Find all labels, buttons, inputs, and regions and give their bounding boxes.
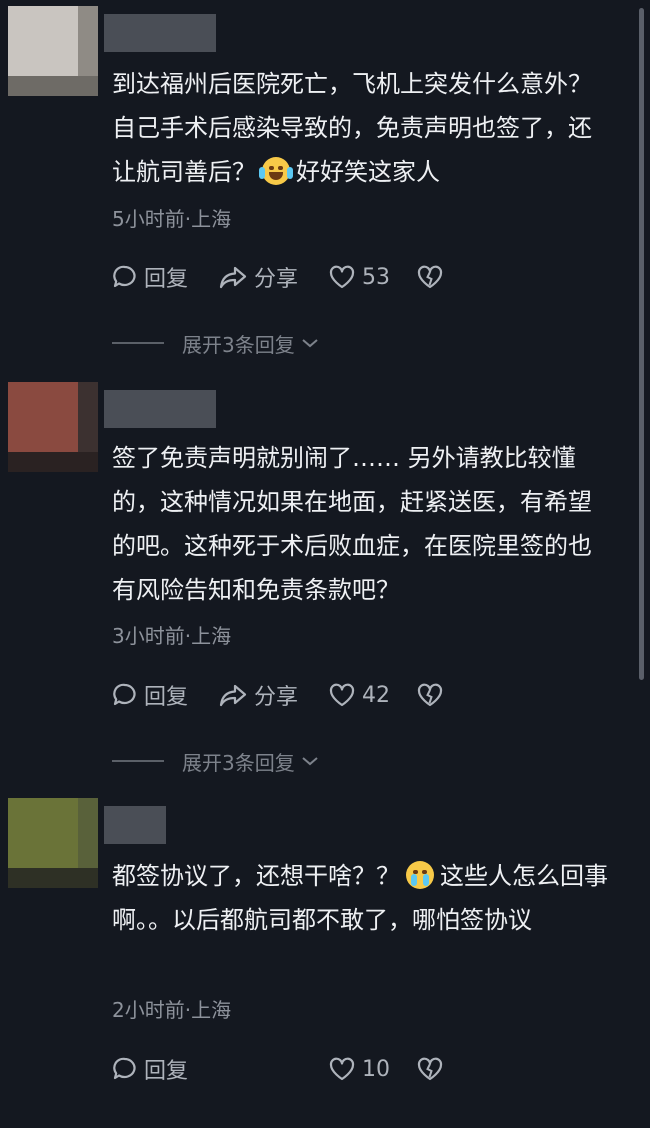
comment-meta: 5小时前·上海: [112, 207, 232, 231]
username-blurred[interactable]: [104, 806, 166, 844]
like-button[interactable]: 10: [328, 1052, 390, 1086]
reply-icon: [113, 265, 136, 288]
share-icon: [219, 684, 247, 707]
reply-label: 回复: [144, 1059, 189, 1084]
broken-heart-icon: [417, 1057, 443, 1081]
share-icon: [219, 266, 247, 289]
comment-text: 签了免责声明就别闹了…… 另外请教比较懂的，这种情况如果在地面，赶紧送医，有希望…: [112, 444, 592, 604]
comment-meta: 3小时前·上海: [112, 624, 232, 648]
expand-replies-button[interactable]: 展开3条回复: [112, 746, 321, 776]
expand-replies-button[interactable]: 展开3条回复: [112, 328, 321, 358]
heart-icon: [329, 683, 355, 707]
reply-label: 回复: [144, 685, 189, 710]
chevron-down-icon: [302, 757, 318, 766]
avatar[interactable]: [8, 6, 98, 96]
avatar[interactable]: [8, 382, 98, 472]
reply-button[interactable]: 回复: [112, 260, 188, 294]
reply-button[interactable]: 回复: [112, 1052, 188, 1086]
comment-text: 都签协议了，还想干啥？？ 这些人怎么回事啊。。以后都航司都不敢了，哪怕签协议: [112, 854, 612, 942]
username-blurred[interactable]: [104, 14, 216, 52]
reply-button[interactable]: 回复: [112, 678, 188, 712]
like-button[interactable]: 42: [328, 678, 390, 712]
comment-text-part: 好好笑这家人: [296, 158, 440, 186]
reply-icon: [113, 683, 136, 706]
crying-emoji-icon: [406, 861, 434, 889]
divider-line: [112, 760, 164, 762]
like-count: 53: [362, 264, 390, 290]
comment-actions: 回复 分享 42: [112, 678, 512, 712]
comment-text-part: 都签协议了，还想干啥？？: [112, 862, 400, 890]
reply-icon: [113, 1057, 136, 1080]
expand-replies-label: 展开3条回复: [182, 332, 295, 357]
divider-line: [112, 342, 164, 344]
broken-heart-icon: [417, 265, 443, 289]
share-button[interactable]: 分享: [218, 678, 298, 712]
dislike-button[interactable]: [416, 260, 450, 294]
heart-icon: [329, 265, 355, 289]
chevron-down-icon: [302, 339, 318, 348]
share-label: 分享: [254, 685, 299, 710]
dislike-button[interactable]: [416, 1052, 450, 1086]
avatar[interactable]: [8, 798, 98, 888]
like-count: 10: [362, 1056, 390, 1082]
heart-icon: [329, 1057, 355, 1081]
like-count: 42: [362, 682, 390, 708]
share-label: 分享: [254, 267, 299, 292]
comment-text: 到达福州后医院死亡，飞机上突发什么意外？自己手术后感染导致的，免责声明也签了，还…: [112, 62, 612, 194]
username-blurred[interactable]: [104, 390, 216, 428]
comment-actions: 回复 分享 53: [112, 260, 512, 294]
broken-heart-icon: [417, 683, 443, 707]
laughing-tears-emoji-icon: [259, 157, 293, 185]
comment-meta: 2小时前·上海: [112, 998, 232, 1022]
comment-actions: 回复 10: [112, 1052, 512, 1086]
reply-label: 回复: [144, 267, 189, 292]
dislike-button[interactable]: [416, 678, 450, 712]
scrollbar[interactable]: [639, 8, 644, 680]
like-button[interactable]: 53: [328, 260, 390, 294]
share-button[interactable]: 分享: [218, 260, 298, 294]
expand-replies-label: 展开3条回复: [182, 750, 295, 775]
